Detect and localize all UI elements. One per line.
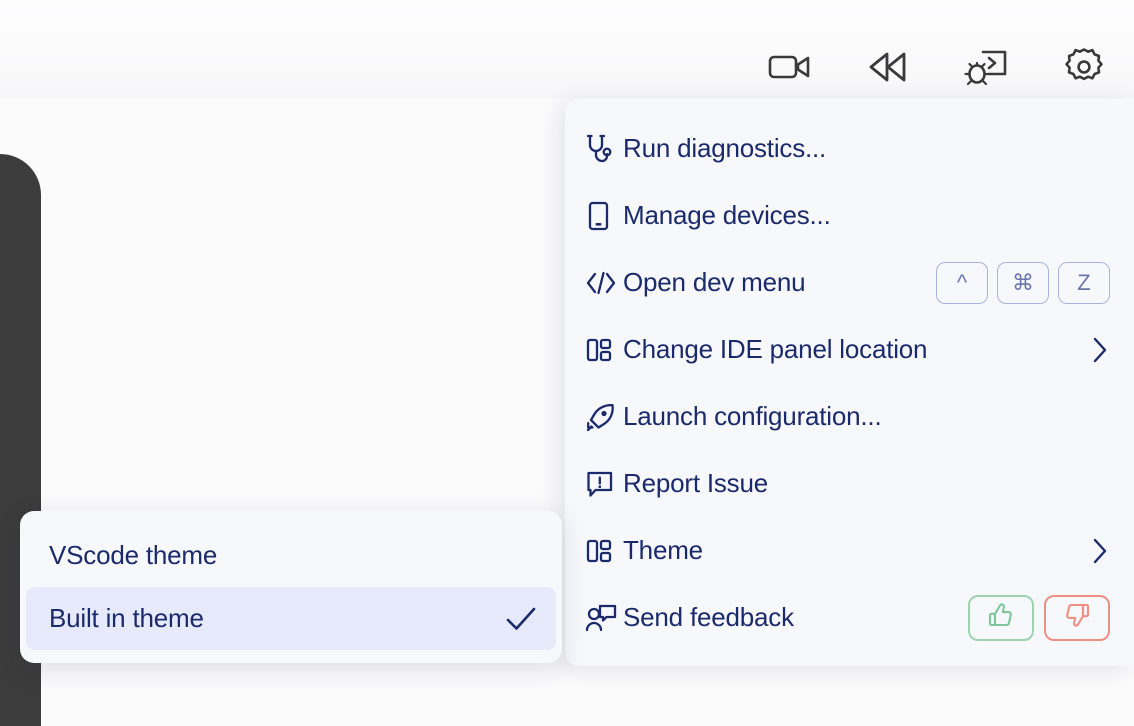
menu-item-change-ide-panel-location[interactable]: Change IDE panel location — [565, 316, 1134, 383]
menu-item-label: Launch configuration... — [623, 401, 881, 432]
app-canvas: Run diagnostics... Manage devices... — [0, 0, 1134, 726]
debug-console-icon — [963, 47, 1009, 87]
panel-layout-icon — [585, 537, 619, 565]
rocket-icon — [585, 401, 619, 433]
menu-item-label: Theme — [623, 535, 703, 566]
thumbs-down-button[interactable] — [1044, 595, 1110, 641]
chevron-right-icon — [1090, 535, 1110, 567]
menu-item-label: Report Issue — [623, 468, 768, 499]
menu-item-theme[interactable]: Theme — [565, 517, 1134, 584]
menu-item-manage-devices[interactable]: Manage devices... — [565, 182, 1134, 249]
thumbs-down-icon — [1062, 601, 1092, 634]
menu-item-label: Send feedback — [623, 602, 794, 633]
code-brackets-icon — [585, 270, 619, 296]
menu-item-label: Open dev menu — [623, 267, 805, 298]
menu-item-label: Run diagnostics... — [623, 133, 826, 164]
menu-item-run-diagnostics[interactable]: Run diagnostics... — [565, 115, 1134, 182]
report-issue-icon — [585, 469, 619, 499]
record-video-button[interactable] — [764, 41, 816, 93]
theme-submenu-panel: VScode theme Built in theme — [20, 511, 562, 663]
thumbs-up-button[interactable] — [968, 595, 1034, 641]
top-toolbar — [764, 40, 1110, 94]
menu-item-report-issue[interactable]: Report Issue — [565, 450, 1134, 517]
rewind-icon — [867, 51, 909, 83]
record-video-icon — [768, 52, 812, 82]
keycap-command: ⌘ — [997, 262, 1049, 304]
feedback-buttons — [968, 595, 1110, 641]
chevron-right-icon — [1090, 334, 1110, 366]
person-feedback-icon — [585, 603, 619, 633]
shortcut-keycaps: ^ ⌘ Z — [936, 262, 1110, 304]
device-phone-icon — [585, 200, 619, 232]
menu-item-open-dev-menu[interactable]: Open dev menu ^ ⌘ Z — [565, 249, 1134, 316]
stethoscope-icon — [585, 133, 619, 165]
keycap-control: ^ — [936, 262, 988, 304]
menu-item-label: Manage devices... — [623, 200, 831, 231]
settings-gear-icon — [1062, 45, 1106, 89]
keycap-z: Z — [1058, 262, 1110, 304]
theme-option-vscode[interactable]: VScode theme — [26, 524, 556, 587]
rewind-button[interactable] — [862, 41, 914, 93]
thumbs-up-icon — [986, 601, 1016, 634]
debug-console-button[interactable] — [960, 41, 1012, 93]
menu-item-send-feedback[interactable]: Send feedback — [565, 584, 1134, 651]
settings-button[interactable] — [1058, 41, 1110, 93]
menu-item-label: Change IDE panel location — [623, 334, 927, 365]
checkmark-icon — [504, 604, 538, 634]
panel-layout-icon — [585, 336, 619, 364]
theme-option-label: VScode theme — [49, 540, 217, 571]
theme-option-built-in[interactable]: Built in theme — [26, 587, 556, 650]
settings-dropdown-menu: Run diagnostics... Manage devices... — [565, 99, 1134, 666]
theme-option-label: Built in theme — [49, 603, 204, 634]
menu-item-launch-configuration[interactable]: Launch configuration... — [565, 383, 1134, 450]
